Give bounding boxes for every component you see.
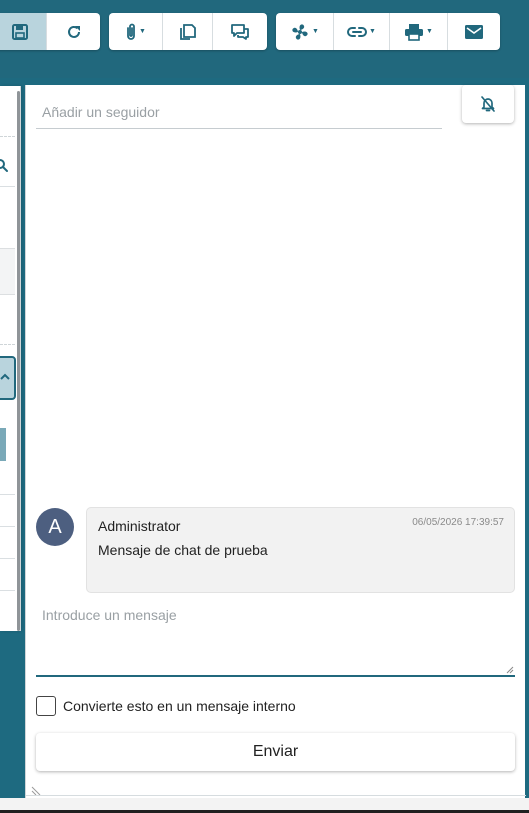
save-button[interactable] — [0, 13, 47, 50]
message-author: Administrator — [98, 518, 181, 534]
chevron-down-icon: ▼ — [139, 28, 146, 35]
selected-row-marker — [0, 428, 6, 461]
internal-message-option: Convierte esto en un mensaje interno — [36, 695, 296, 717]
top-toolbar: ▼ ▼ ▼ ▼ — [0, 0, 529, 78]
divider — [0, 344, 15, 345]
chatter-panel: Añadir un seguidor A Administrator 06/05… — [25, 85, 526, 798]
fan-icon — [292, 23, 308, 40]
link-icon — [347, 26, 368, 37]
paperclip-icon — [127, 23, 135, 40]
search-icon[interactable] — [0, 158, 9, 174]
record-actions-group — [0, 13, 100, 50]
message-text: Mensaje de chat de prueba — [98, 542, 268, 558]
mute-notifications-button[interactable] — [462, 85, 514, 123]
chat-message: Administrator 06/05/2026 17:39:57 Mensaj… — [86, 507, 515, 593]
refresh-icon — [67, 25, 80, 38]
duplicate-icon — [179, 23, 196, 40]
internal-message-label: Convierte esto en un mensaje interno — [63, 698, 296, 714]
form-panel-edge — [0, 86, 21, 631]
send-button[interactable]: Enviar — [36, 733, 515, 771]
attach-button[interactable]: ▼ — [109, 13, 163, 50]
actions-button[interactable]: ▼ — [276, 13, 334, 50]
divider — [0, 526, 15, 527]
chevron-up-icon — [0, 373, 10, 380]
bell-slash-icon — [481, 96, 495, 112]
divider — [0, 186, 15, 187]
scrollbar[interactable] — [17, 91, 20, 631]
print-button[interactable]: ▼ — [390, 13, 448, 50]
divider — [0, 136, 15, 137]
message-timestamp: 06/05/2026 17:39:57 — [412, 517, 504, 528]
refresh-button[interactable] — [47, 13, 100, 50]
attachments-group: ▼ — [109, 13, 267, 50]
divider — [0, 558, 15, 559]
divider — [0, 494, 15, 495]
internal-message-checkbox[interactable] — [36, 696, 56, 716]
duplicate-button[interactable] — [163, 13, 213, 50]
link-button[interactable]: ▼ — [334, 13, 390, 50]
resize-grip-icon[interactable] — [506, 666, 514, 674]
email-button[interactable] — [448, 13, 500, 50]
divider — [0, 590, 15, 591]
tools-group: ▼ ▼ ▼ — [276, 13, 500, 50]
add-follower-input[interactable]: Añadir un seguidor — [36, 95, 442, 129]
save-icon — [12, 23, 28, 40]
collapse-button[interactable] — [0, 356, 16, 400]
add-follower-placeholder: Añadir un seguidor — [42, 103, 160, 120]
avatar: A — [36, 508, 74, 546]
message-input-placeholder: Introduce un mensaje — [42, 607, 177, 623]
printer-icon — [405, 23, 424, 41]
chevron-down-icon: ▼ — [426, 28, 433, 35]
divider — [26, 795, 526, 796]
panel-row — [0, 248, 15, 295]
chevron-down-icon: ▼ — [369, 28, 376, 35]
message-input[interactable]: Introduce un mensaje — [36, 597, 515, 677]
comments-button[interactable] — [213, 13, 267, 50]
envelope-icon — [465, 24, 483, 39]
chevron-down-icon: ▼ — [312, 28, 319, 35]
comments-icon — [231, 23, 249, 40]
